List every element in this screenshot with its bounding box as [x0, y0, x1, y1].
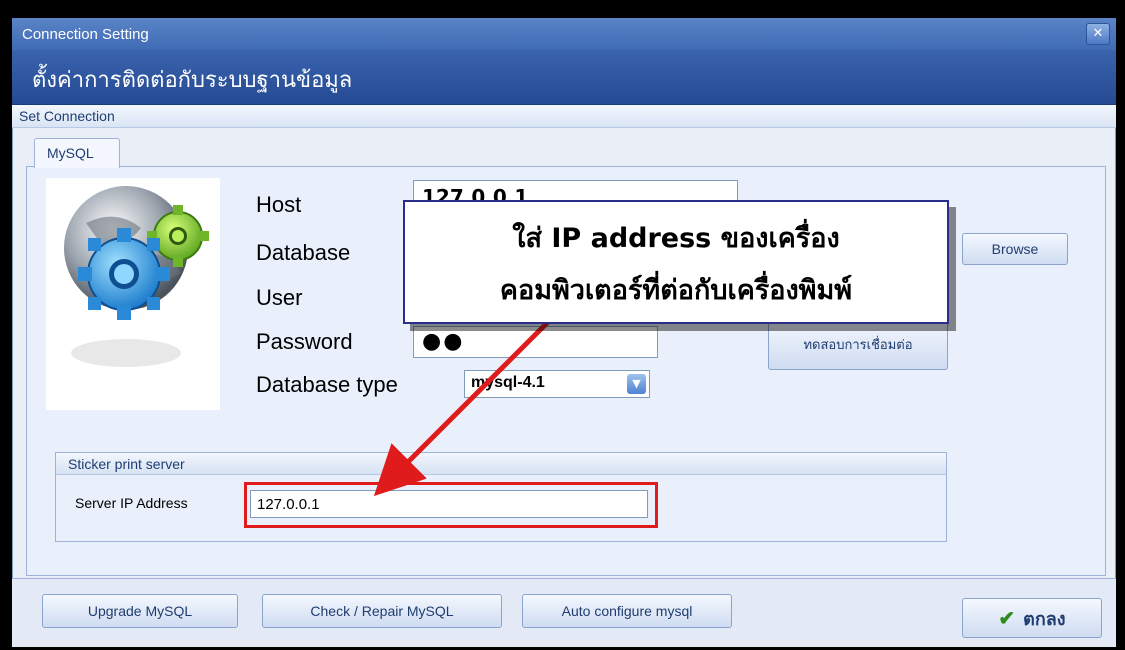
ok-label: ตกลง	[1023, 608, 1066, 629]
title-bar: Connection Setting ✕	[12, 18, 1116, 50]
globe-gear-icon	[64, 186, 209, 367]
upgrade-mysql-button[interactable]: Upgrade MySQL	[42, 594, 238, 628]
close-button[interactable]: ✕	[1086, 23, 1110, 45]
check-repair-label: Check / Repair MySQL	[310, 603, 454, 619]
host-label: Host	[256, 192, 302, 217]
password-value: ●●	[422, 329, 465, 354]
logo-image	[46, 178, 220, 410]
section-title: Set Connection	[19, 108, 115, 124]
test-connection-button[interactable]: ทดสอบการเชื่อมต่อ	[768, 318, 948, 370]
ok-button[interactable]: ✔ ตกลง	[962, 598, 1102, 638]
browse-label: Browse	[991, 241, 1039, 257]
upgrade-mysql-label: Upgrade MySQL	[87, 603, 193, 619]
close-icon: ✕	[1092, 26, 1104, 41]
password-input[interactable]: ●●	[413, 326, 658, 358]
chevron-down-icon[interactable]: ▼	[627, 374, 646, 394]
banner-title: ตั้งค่าการติดต่อกับระบบฐานข้อมูล	[32, 68, 353, 93]
header-banner: ตั้งค่าการติดต่อกับระบบฐานข้อมูล	[12, 50, 1116, 105]
tab-label: MySQL	[47, 145, 94, 161]
section-header: Set Connection	[12, 105, 1116, 128]
auto-configure-label: Auto configure mysql	[561, 603, 693, 619]
auto-configure-mysql-button[interactable]: Auto configure mysql	[522, 594, 732, 628]
check-icon: ✔	[998, 607, 1016, 630]
database-type-select[interactable]: mysql-4.1 ▼	[464, 370, 650, 398]
callout-line-1: ใส่ IP address ของเครื่อง	[512, 223, 840, 254]
database-label: Database	[256, 240, 351, 265]
highlight-box	[244, 482, 658, 528]
password-label: Password	[256, 329, 353, 354]
test-connection-label: ทดสอบการเชื่อมต่อ	[803, 336, 913, 352]
server-ip-label: Server IP Address	[75, 495, 188, 511]
browse-button[interactable]: Browse	[962, 233, 1068, 265]
window-title: Connection Setting	[22, 26, 149, 43]
user-label: User	[256, 285, 303, 310]
database-type-label: Database type	[256, 372, 398, 397]
check-repair-mysql-button[interactable]: Check / Repair MySQL	[262, 594, 502, 628]
instruction-callout: ใส่ IP address ของเครื่อง คอมพิวเตอร์ที่…	[403, 200, 949, 324]
callout-line-2: คอมพิวเตอร์ที่ต่อกับเครื่องพิมพ์	[499, 275, 853, 306]
group-title: Sticker print server	[68, 456, 185, 472]
database-type-value: mysql-4.1	[471, 374, 545, 391]
tab-mysql[interactable]: MySQL	[34, 138, 120, 168]
group-header: Sticker print server	[56, 453, 946, 475]
